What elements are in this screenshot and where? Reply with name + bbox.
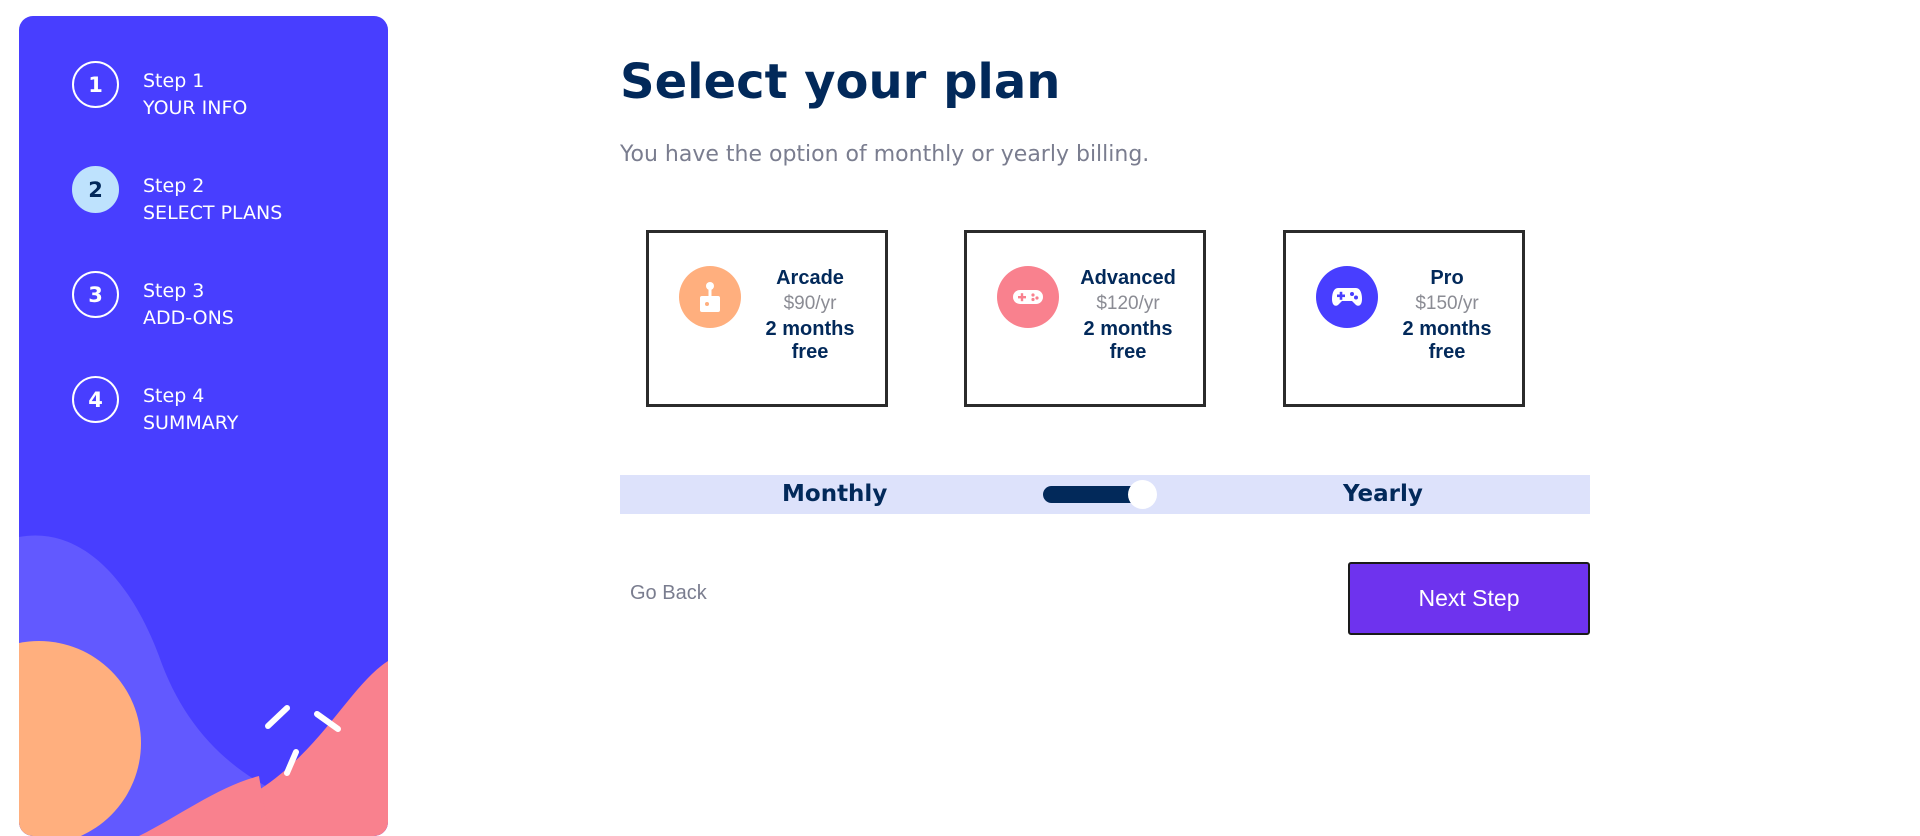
go-back-button[interactable]: Go Back	[630, 582, 707, 605]
plan-promo: 2 months free	[765, 318, 855, 363]
plan-card-pro[interactable]: Pro $150/yr 2 months free	[1283, 230, 1525, 407]
step-name: SELECT PLANS	[143, 202, 283, 224]
step-name: YOUR INFO	[143, 97, 248, 119]
plan-price: $150/yr	[1415, 293, 1479, 314]
monthly-label[interactable]: Monthly	[782, 475, 887, 514]
toggle-knob[interactable]	[1128, 480, 1157, 509]
plan-promo: 2 months free	[1083, 318, 1173, 363]
step-label: Step 2	[143, 175, 205, 197]
plan-card-advanced[interactable]: Advanced $120/yr 2 months free	[964, 230, 1206, 407]
joystick-icon	[679, 266, 741, 328]
plan-name: Advanced	[1080, 267, 1176, 289]
yearly-label[interactable]: Yearly	[1343, 475, 1423, 514]
plan-card-arcade[interactable]: Arcade $90/yr 2 months free	[646, 230, 888, 407]
step-label: Step 3	[143, 280, 205, 302]
step-number: 3	[72, 271, 119, 318]
plan-price: $90/yr	[783, 293, 837, 314]
plan-name: Pro	[1430, 267, 1464, 289]
step-1[interactable]: 1 Step 1 YOUR INFO	[72, 61, 247, 122]
plan-price: $120/yr	[1096, 293, 1160, 314]
step-number: 4	[72, 376, 119, 423]
step-2[interactable]: 2 Step 2 SELECT PLANS	[72, 166, 282, 227]
step-name: SUMMARY	[143, 412, 239, 434]
step-3[interactable]: 3 Step 3 ADD-ONS	[72, 271, 234, 332]
billing-toggle[interactable]	[1043, 480, 1157, 509]
gamepad-icon	[997, 266, 1059, 328]
plan-name: Arcade	[776, 267, 844, 289]
step-4[interactable]: 4 Step 4 SUMMARY	[72, 376, 238, 437]
step-label: Step 4	[143, 385, 205, 407]
sidebar: 1 Step 1 YOUR INFO 2 Step 2 SELECT PLANS…	[19, 16, 388, 836]
plan-promo: 2 months free	[1402, 318, 1492, 363]
billing-toggle-bar: Monthly Yearly	[620, 475, 1590, 514]
page-subtitle: You have the option of monthly or yearly…	[620, 142, 1150, 167]
step-number: 1	[72, 61, 119, 108]
page-title: Select your plan	[620, 54, 1061, 110]
step-label: Step 1	[143, 70, 205, 92]
step-name: ADD-ONS	[143, 307, 234, 329]
next-step-button[interactable]: Next Step	[1348, 562, 1590, 635]
step-number: 2	[72, 166, 119, 213]
controller-icon	[1316, 266, 1378, 328]
